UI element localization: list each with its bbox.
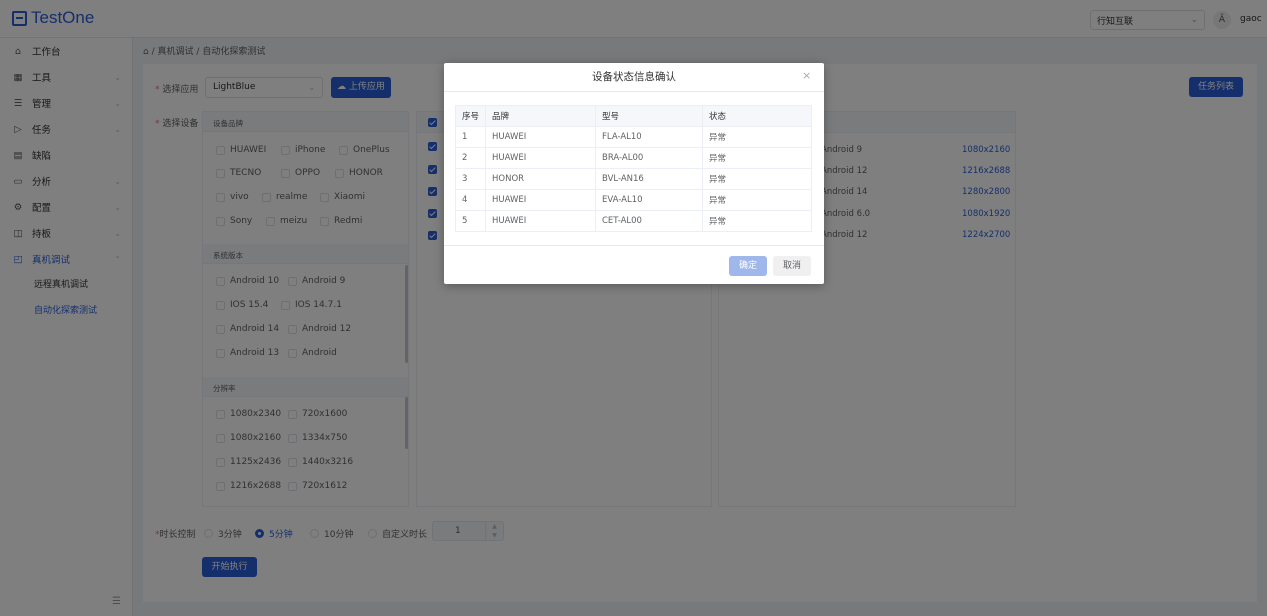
- table-cell: 1: [455, 126, 486, 148]
- modal-divider: [444, 91, 824, 92]
- table-cell: 异常: [702, 210, 812, 232]
- column-header: 型号: [595, 105, 703, 127]
- confirm-button[interactable]: 确定: [729, 256, 767, 276]
- table-row: 3 HONOR BVL-AN16 异常: [455, 168, 812, 190]
- table-row: 2 HUAWEI BRA-AL00 异常: [455, 147, 812, 169]
- table-cell: EVA-AL10: [595, 189, 703, 211]
- table-cell: HUAWEI: [485, 210, 596, 232]
- table-row: 5 HUAWEI CET-AL00 异常: [455, 210, 812, 232]
- table-cell: HUAWEI: [485, 147, 596, 169]
- table-cell: BRA-AL00: [595, 147, 703, 169]
- table-cell: 5: [455, 210, 486, 232]
- device-status-table: 序号 品牌 型号 状态 1 HUAWEI FLA-AL10 异常 2 HUAWE…: [455, 105, 812, 232]
- table-cell: 异常: [702, 168, 812, 190]
- table-cell: 2: [455, 147, 486, 169]
- table-cell: BVL-AN16: [595, 168, 703, 190]
- cancel-button[interactable]: 取消: [773, 256, 811, 276]
- table-cell: HUAWEI: [485, 126, 596, 148]
- close-icon[interactable]: ×: [802, 69, 811, 82]
- modal-divider: [444, 245, 824, 246]
- table-cell: 异常: [702, 126, 812, 148]
- column-header: 状态: [702, 105, 812, 127]
- table-cell: HUAWEI: [485, 189, 596, 211]
- table-cell: 异常: [702, 189, 812, 211]
- table-row: 4 HUAWEI EVA-AL10 异常: [455, 189, 812, 211]
- device-status-modal: 设备状态信息确认 × 序号 品牌 型号 状态 1 HUAWEI FLA-AL10…: [444, 63, 824, 284]
- table-cell: 3: [455, 168, 486, 190]
- table-cell: FLA-AL10: [595, 126, 703, 148]
- table-header-row: 序号 品牌 型号 状态: [455, 105, 812, 127]
- modal-title: 设备状态信息确认: [592, 71, 676, 83]
- table-cell: 异常: [702, 147, 812, 169]
- table-cell: 4: [455, 189, 486, 211]
- column-header: 序号: [455, 105, 486, 127]
- table-cell: HONOR: [485, 168, 596, 190]
- table-row: 1 HUAWEI FLA-AL10 异常: [455, 126, 812, 148]
- column-header: 品牌: [485, 105, 596, 127]
- table-cell: CET-AL00: [595, 210, 703, 232]
